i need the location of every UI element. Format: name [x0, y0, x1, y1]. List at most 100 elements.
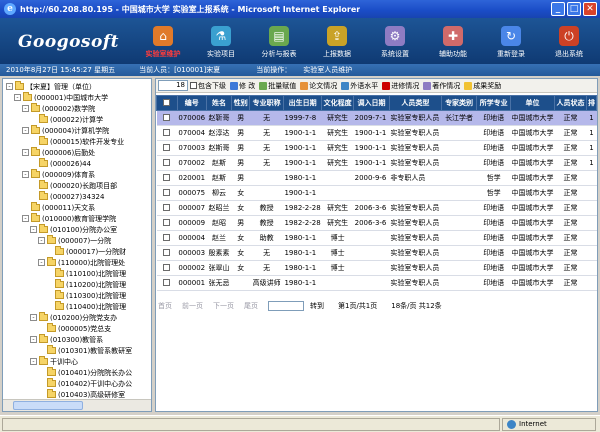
row-checkbox[interactable]	[163, 248, 171, 256]
goto-page-input[interactable]	[268, 301, 304, 311]
minimize-button[interactable]: _	[551, 2, 565, 16]
row-select-cell[interactable]	[156, 215, 178, 231]
toolbar-button-6[interactable]: 成果奖励	[462, 80, 503, 92]
row-select-cell[interactable]	[156, 155, 178, 171]
goto-button[interactable]: 转到	[310, 301, 324, 311]
include-sub-checkbox[interactable]: 包含下级	[188, 80, 228, 92]
table-row[interactable]: 070002 赵斯男无 1900-1-1 研究生 1900-1-1 实验室专职人员 印地语中…	[156, 155, 597, 171]
nav-item-0[interactable]: ⌂ 实验室维护	[134, 20, 192, 62]
tree-node[interactable]: (000022)计算学	[30, 114, 103, 125]
select-all-checkbox[interactable]	[163, 98, 171, 106]
tree-horizontal-scrollbar[interactable]	[3, 399, 151, 411]
nav-item-5[interactable]: ✚ 辅助功能	[424, 20, 482, 62]
row-checkbox[interactable]	[163, 233, 171, 241]
column-header[interactable]: 专家类别	[440, 95, 478, 111]
collapse-toggle-icon[interactable]: -	[14, 94, 21, 101]
tree-node[interactable]: (010403)高级研修室	[38, 389, 125, 399]
column-header[interactable]: 排	[585, 95, 597, 111]
tree-node[interactable]: (000027)34324	[30, 191, 104, 202]
column-header[interactable]: 所学专业	[476, 95, 512, 111]
collapse-toggle-icon[interactable]: -	[38, 259, 45, 266]
row-select-cell[interactable]	[156, 260, 178, 276]
row-select-cell[interactable]	[156, 230, 178, 246]
nav-item-4[interactable]: ⚙ 系统设置	[366, 20, 424, 62]
last-page-link[interactable]: 尾页	[244, 301, 258, 311]
table-row[interactable]: 020001 赵斯男 1980-1-1 2000-9-6 非专职人员 哲学 中国城市大学 正常	[156, 170, 597, 186]
tree-node[interactable]: (110100)北院管理	[46, 268, 126, 279]
table-row[interactable]: 000004 赵兰女助教 1980-1-1 博士 实验室专职人员 印地语 中国城市大学 正常	[156, 230, 597, 246]
row-checkbox[interactable]	[163, 218, 171, 226]
tree-node[interactable]: (010401)分院院长办公	[38, 367, 132, 378]
column-header[interactable]: 姓名	[205, 95, 233, 111]
table-row[interactable]: 000009 赵昭男教授 1982-2-28 研究生 2006-3-6 实验室专职人员 印地…	[156, 215, 597, 231]
row-checkbox[interactable]	[163, 203, 171, 211]
collapse-toggle-icon[interactable]: -	[6, 83, 13, 90]
tree-node[interactable]: - 【宋夏】管理（单位）	[6, 81, 96, 92]
toolbar-button-0[interactable]: 修 改	[228, 80, 257, 92]
column-header[interactable]: 人员类型	[388, 95, 442, 111]
page-size-input[interactable]: 18	[158, 80, 188, 91]
row-select-cell[interactable]	[156, 185, 178, 201]
nav-item-2[interactable]: ▤ 分析与报表	[250, 20, 308, 62]
tree-node[interactable]: - (110000)北院管理处	[38, 257, 125, 268]
checkbox-box[interactable]	[190, 82, 197, 89]
collapse-toggle-icon[interactable]: -	[38, 237, 45, 244]
tree-node[interactable]: - (010300)教管系	[30, 334, 103, 345]
tree-node[interactable]: - (000006)后勤处	[22, 147, 95, 158]
tree-node[interactable]: - (000001)中国城市大学	[14, 92, 108, 103]
table-row[interactable]: 000003 殷素素女无 1980-1-1 博士 实验室专职人员 印地语 中国城市大学 正常	[156, 245, 597, 261]
tree-node[interactable]: (000015)软件开发专业	[30, 136, 124, 147]
row-checkbox[interactable]	[163, 128, 171, 136]
nav-item-7[interactable]: ⏻ 退出系统	[540, 20, 598, 62]
tree-node[interactable]: (110200)北院管理	[46, 279, 126, 290]
toolbar-button-2[interactable]: 论文情况	[298, 80, 339, 92]
nav-item-3[interactable]: ⇪ 上报数据	[308, 20, 366, 62]
column-header[interactable]: 专业职称	[249, 95, 284, 111]
tree-node[interactable]: (000020)长跑项目部	[30, 180, 117, 191]
first-page-link[interactable]: 首页	[158, 301, 172, 311]
toolbar-button-3[interactable]: 外语水平	[339, 80, 380, 92]
column-header[interactable]: 性别	[231, 95, 251, 111]
row-checkbox[interactable]	[163, 158, 171, 166]
collapse-toggle-icon[interactable]: -	[30, 314, 37, 321]
toolbar-button-1[interactable]: 批量赋值	[257, 80, 298, 92]
column-header[interactable]: 调入日期	[353, 95, 390, 111]
column-header[interactable]: 单位	[510, 95, 556, 111]
tree-node[interactable]: - 干训中心	[30, 356, 78, 367]
column-header[interactable]: 人员状态	[554, 95, 587, 111]
close-button[interactable]: ✕	[583, 2, 597, 16]
row-select-cell[interactable]	[156, 140, 178, 156]
tree-node[interactable]: - (010000)教育管理学院	[22, 213, 116, 224]
row-select-cell[interactable]	[156, 275, 178, 291]
collapse-toggle-icon[interactable]: -	[22, 171, 29, 178]
collapse-toggle-icon[interactable]: -	[22, 105, 29, 112]
tree-node[interactable]: - (000007)一分院	[38, 235, 111, 246]
row-checkbox[interactable]	[163, 173, 171, 181]
prev-page-link[interactable]: 前一页	[182, 301, 203, 311]
collapse-toggle-icon[interactable]: -	[30, 226, 37, 233]
toolbar-button-4[interactable]: 进修情况	[380, 80, 421, 92]
table-row[interactable]: 070003 赵斯哥男无 1900-1-1 研究生 1900-1-1 实验室专职人员 印地语…	[156, 140, 597, 156]
column-header[interactable]: 出生日期	[282, 95, 323, 111]
toolbar-button-5[interactable]: 著作情况	[421, 80, 462, 92]
row-select-cell[interactable]	[156, 125, 178, 141]
tree-node[interactable]: (110400)北院管理	[46, 301, 126, 312]
tree-node[interactable]: (000017)一分院财	[46, 246, 126, 257]
row-select-cell[interactable]	[156, 245, 178, 261]
row-checkbox[interactable]	[163, 263, 171, 271]
column-header[interactable]: 文化程度	[321, 95, 355, 111]
tree-node[interactable]: (000011)天文系	[22, 202, 95, 213]
collapse-toggle-icon[interactable]: -	[22, 127, 29, 134]
tree-node[interactable]: - (000004)计算机学院	[22, 125, 109, 136]
collapse-toggle-icon[interactable]: -	[30, 336, 37, 343]
tree-node[interactable]: (110300)北院管理	[46, 290, 126, 301]
table-row[interactable]: 000001 张无忌 高级讲师 1980-1-1 实验室专职人员 印地语 中国城市大学 正常	[156, 275, 597, 291]
row-checkbox[interactable]	[163, 113, 171, 121]
tree-node[interactable]: (010301)教管系教研室	[38, 345, 132, 356]
collapse-toggle-icon[interactable]: -	[22, 215, 29, 222]
tree-node[interactable]: - (000009)体育系	[22, 169, 95, 180]
maximize-button[interactable]: □	[567, 2, 581, 16]
tree-node[interactable]: (000026)44	[30, 158, 91, 169]
row-checkbox[interactable]	[163, 278, 171, 286]
nav-item-1[interactable]: ⚗ 实验项目	[192, 20, 250, 62]
